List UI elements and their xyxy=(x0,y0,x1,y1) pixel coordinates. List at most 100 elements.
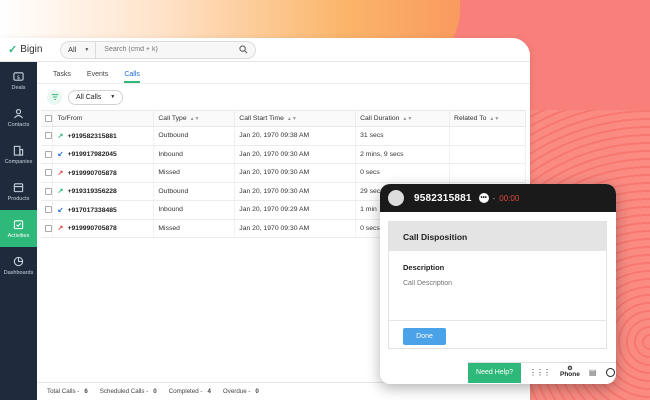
filter-row: All Calls ▼ xyxy=(37,84,530,110)
call-type-cell: Outbound xyxy=(153,126,236,146)
stat-label: Completed xyxy=(168,388,199,395)
tab-tasks[interactable]: Tasks xyxy=(53,71,71,83)
call-type-cell: Inbound xyxy=(153,145,236,164)
phone-label: Phone xyxy=(560,371,580,379)
row-checkbox[interactable] xyxy=(45,224,52,232)
call-duration-cell: 0 secs xyxy=(355,163,451,183)
filter-icon[interactable] xyxy=(47,89,62,105)
call-start-cell: Jan 20, 1970 09:38 AM xyxy=(234,126,357,146)
row-checkbox[interactable] xyxy=(45,132,52,140)
sidebar-item-label: Companies xyxy=(4,159,33,165)
sidebar-item-activities[interactable]: Activities xyxy=(0,210,37,247)
sidebar: $ Deals Contacts Companies Products Acti… xyxy=(0,62,37,400)
column-header-label: Call Type xyxy=(158,115,187,122)
phone-button[interactable]: ⚙ Phone xyxy=(560,366,580,379)
need-help-button[interactable]: Need Help? xyxy=(468,362,521,383)
to-from-cell[interactable]: ↗ +919319356228 xyxy=(52,182,155,201)
column-header[interactable]: Related To ▲▼ xyxy=(449,110,526,127)
call-type-cell: Inbound xyxy=(153,200,236,220)
stat-value: 0 xyxy=(255,388,259,395)
call-type-cell: Outbound xyxy=(153,182,236,201)
outgoing-call-icon: ↗ xyxy=(57,132,64,140)
phone-number: +919990705878 xyxy=(67,169,117,177)
column-header-label: Call Start Time xyxy=(239,115,284,122)
status-ring-icon[interactable] xyxy=(606,368,616,377)
call-duration-cell: 31 secs xyxy=(355,126,451,146)
phone-number: +919319356228 xyxy=(67,188,117,196)
sidebar-item-label: Deals xyxy=(11,85,26,91)
call-duration-cell: 2 mins, 9 secs xyxy=(355,145,451,164)
phone-number: +919917982045 xyxy=(67,151,117,159)
call-timer: 00:00 xyxy=(499,193,520,203)
to-from-cell[interactable]: ↗ +919990705878 xyxy=(52,163,155,183)
caller-number: 9582315881 xyxy=(414,192,472,204)
related-to-cell xyxy=(449,126,526,146)
to-from-cell[interactable]: ↙ +919917982045 xyxy=(52,145,155,164)
search-input[interactable] xyxy=(96,46,236,53)
column-header-label: Related To xyxy=(454,115,487,122)
bigin-logo-icon: ✓ xyxy=(8,44,18,56)
search-scope-label: All xyxy=(68,45,77,54)
total-calls-stat: Total Calls -6 xyxy=(47,388,88,395)
dollar-icon: $ xyxy=(13,70,25,82)
sidebar-item-dashboards[interactable]: Dashboards xyxy=(0,247,37,284)
row-select-cell xyxy=(41,145,54,164)
row-select-cell xyxy=(41,163,54,183)
phone-dialer-popup: 9582315881 ••• - 00:00 Call Disposition … xyxy=(380,184,616,384)
sidebar-item-contacts[interactable]: Contacts xyxy=(0,99,37,136)
description-label: Description xyxy=(403,263,445,272)
divider xyxy=(389,320,606,321)
call-description-input[interactable] xyxy=(403,280,593,287)
row-checkbox[interactable] xyxy=(45,169,52,177)
row-checkbox[interactable] xyxy=(45,187,52,195)
search-scope-select[interactable]: All ▼ xyxy=(61,41,97,58)
row-checkbox[interactable] xyxy=(45,206,52,214)
calendar-check-icon xyxy=(13,218,25,230)
overdue-calls-stat: Overdue -0 xyxy=(222,388,259,395)
done-button[interactable]: Done xyxy=(403,328,446,345)
logo[interactable]: ✓ Bigin xyxy=(8,43,60,56)
app-name: Bigin xyxy=(20,44,43,55)
pie-icon xyxy=(13,255,25,267)
sidebar-item-deals[interactable]: $ Deals xyxy=(0,62,37,99)
sidebar-item-label: Activities xyxy=(7,233,30,239)
missed-call-icon: ↗ xyxy=(57,169,64,177)
tab-events[interactable]: Events xyxy=(87,71,108,83)
outgoing-call-icon: ↗ xyxy=(57,188,64,196)
to-from-cell[interactable]: ↗ +919582315881 xyxy=(52,126,155,146)
call-start-cell: Jan 20, 1970 09:30 AM xyxy=(234,219,357,238)
search-icon[interactable] xyxy=(236,43,250,57)
sidebar-item-products[interactable]: Products xyxy=(0,173,37,210)
table-header-row: To/From Call Type ▲▼ Call Start Time ▲▼ Ca… xyxy=(41,110,526,127)
trash-icon[interactable]: ▤ xyxy=(589,368,597,377)
to-from-cell[interactable]: ↙ +917017338485 xyxy=(52,200,155,220)
related-to-cell xyxy=(449,163,526,183)
view-select[interactable]: All Calls ▼ xyxy=(68,89,124,105)
incoming-call-icon: ↙ xyxy=(57,151,64,159)
tab-calls[interactable]: Calls xyxy=(124,71,140,83)
sort-icon: ▲▼ xyxy=(189,116,200,122)
column-header[interactable]: Call Start Time ▲▼ xyxy=(234,110,357,127)
sidebar-item-label: Contacts xyxy=(7,122,30,128)
column-header[interactable]: Call Type ▲▼ xyxy=(153,110,236,127)
select-all-checkbox[interactable] xyxy=(45,114,52,122)
sort-icon: ▲▼ xyxy=(286,116,297,122)
more-options-icon[interactable]: ••• xyxy=(478,193,489,203)
row-checkbox[interactable] xyxy=(45,150,52,158)
table-row[interactable]: ↗ +919582315881 Outbound Jan 20, 1970 09:… xyxy=(41,126,526,146)
table-row[interactable]: ↙ +919917982045 Inbound Jan 20, 1970 09:3… xyxy=(41,145,526,164)
column-header[interactable]: Call Duration ▲▼ xyxy=(355,110,451,127)
row-select-cell xyxy=(41,182,54,201)
to-from-cell[interactable]: ↗ +919990705878 xyxy=(52,219,155,238)
sidebar-item-label: Dashboards xyxy=(3,270,34,276)
sidebar-item-companies[interactable]: Companies xyxy=(0,136,37,173)
sort-icon: ▲▼ xyxy=(489,116,500,122)
top-bar: ✓ Bigin All ▼ xyxy=(0,38,530,62)
disposition-title: Call Disposition xyxy=(389,222,606,251)
column-header[interactable]: To/From xyxy=(52,110,155,127)
svg-text:$: $ xyxy=(17,74,21,80)
table-row[interactable]: ↗ +919990705878 Missed Jan 20, 1970 09:30… xyxy=(41,163,526,183)
dialer-header: 9582315881 ••• - 00:00 xyxy=(380,184,616,212)
keypad-icon[interactable]: ⋮⋮⋮ xyxy=(529,368,551,377)
related-to-cell xyxy=(449,145,526,164)
